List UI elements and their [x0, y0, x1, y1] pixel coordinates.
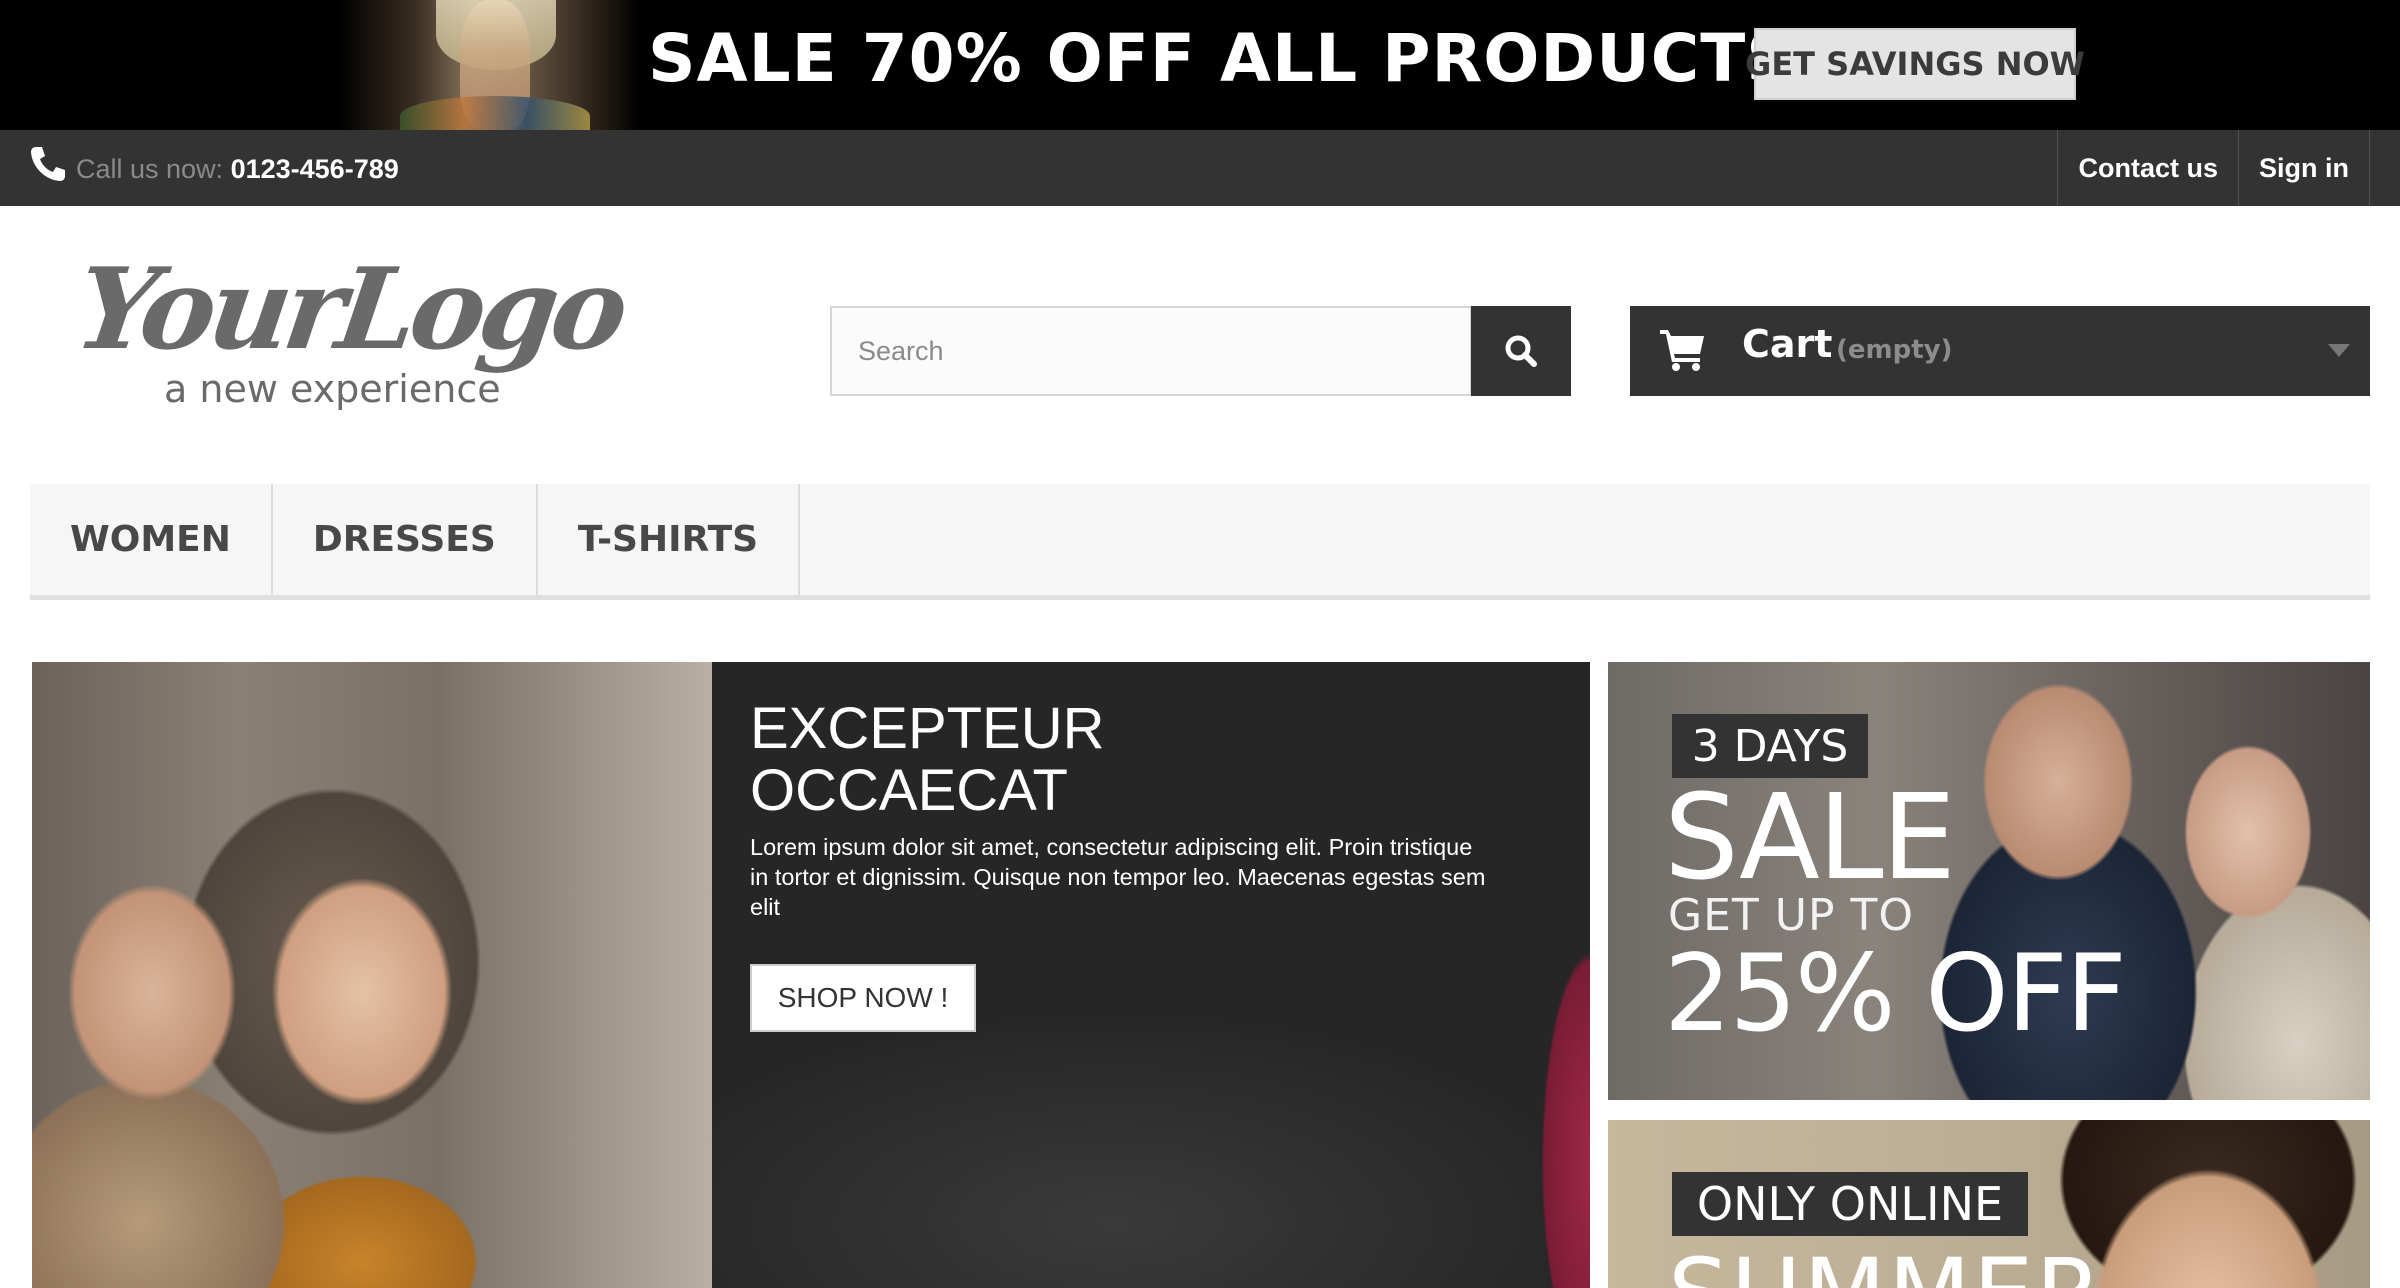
top-nav-bar: Call us now: 0123-456-789 Contact us Sig… [0, 130, 2400, 206]
cart-icon [1660, 330, 1704, 371]
get-savings-button[interactable]: GET SAVINGS NOW [1745, 28, 2085, 100]
main-menu: WOMEN DRESSES T-SHIRTS [30, 484, 2370, 600]
logo-tagline: a new experience [164, 367, 501, 411]
slide-title: EXCEPTEUR OCCAECAT [750, 698, 1270, 822]
promo-banner[interactable]: SALE 70% OFF ALL PRODUCTS GET SAVINGS NO… [0, 0, 2400, 130]
cart-label: Cart [1742, 322, 1833, 366]
homepage-slider[interactable]: EXCEPTEUR OCCAECAT Lorem ipsum dolor sit… [32, 662, 1590, 1288]
menu-item-women[interactable]: WOMEN [30, 484, 273, 595]
slide-title-line-1: EXCEPTEUR [750, 696, 1105, 761]
slide-image-women [32, 662, 712, 1288]
search-field[interactable] [830, 306, 1472, 396]
cart-status: (empty) [1836, 335, 1953, 365]
phone-number: 0123-456-789 [230, 154, 399, 184]
menu-item-tshirts[interactable]: T-SHIRTS [538, 484, 801, 595]
sale-banner[interactable]: 3 DAYS SALE GET UP TO 25% OFF [1608, 662, 2370, 1100]
search-input[interactable] [832, 308, 1470, 394]
shop-now-button[interactable]: SHOP NOW ! [750, 964, 976, 1032]
chevron-down-icon[interactable] [2328, 344, 2350, 357]
logo-main-text: YourLogo [80, 248, 634, 375]
promo-headline: SALE 70% OFF ALL PRODUCTS [648, 20, 1795, 97]
promo-model-image [340, 0, 640, 130]
menu-item-dresses[interactable]: DRESSES [273, 484, 538, 595]
search-button[interactable] [1471, 306, 1571, 396]
search-icon [1505, 335, 1537, 367]
logo[interactable]: YourLogo a new experience [80, 248, 650, 418]
phone-icon [31, 147, 65, 181]
call-us-label: Call us now: [76, 154, 224, 184]
cart-button[interactable]: Cart (empty) [1630, 306, 2370, 396]
contact-us-link[interactable]: Contact us [2057, 130, 2238, 206]
online-banner-title: SUMMER [1668, 1238, 2104, 1288]
sale-banner-discount: 25% OFF [1664, 932, 2127, 1055]
slide-description: Lorem ipsum dolor sit amet, consectetur … [750, 834, 1486, 920]
call-us-text: Call us now: 0123-456-789 [76, 154, 399, 185]
sign-in-link[interactable]: Sign in [2238, 130, 2370, 206]
account-links: Contact us Sign in [2057, 130, 2370, 206]
slide-title-line-2: OCCAECAT [750, 758, 1068, 823]
sale-banner-title: SALE [1664, 768, 1956, 906]
online-banner[interactable]: ONLY ONLINE SUMMER [1608, 1120, 2370, 1288]
online-banner-tag: ONLY ONLINE [1672, 1172, 2028, 1236]
promo-model-dress [400, 96, 590, 130]
